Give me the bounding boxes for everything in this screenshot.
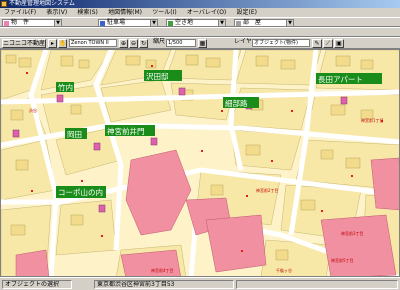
- map-source-field[interactable]: Zenon TOWN II: [69, 39, 117, 47]
- menu-search[interactable]: 検索(S): [73, 8, 102, 17]
- zoom-in-button[interactable]: ⊕: [119, 39, 128, 48]
- menu-bar: ファイル(F) 表示(V) 検索(S) 地図情報(M) ツール(I) オーバレイ…: [0, 8, 400, 17]
- chevron-down-icon[interactable]: ▼: [54, 20, 61, 26]
- chevron-down-icon[interactable]: ▼: [218, 20, 225, 26]
- property-name: 沢田邸: [146, 72, 169, 81]
- menu-file[interactable]: ファイル(F): [0, 8, 40, 17]
- icon-toolbar: [0, 27, 400, 37]
- refresh-icon: ↻: [140, 40, 147, 47]
- ruler-icon: ⟋: [325, 40, 331, 47]
- property-combo-value: 物 件: [11, 19, 30, 26]
- status-mode: オブジェクトの選択: [2, 280, 72, 289]
- street-label: 神宮前5丁目: [331, 257, 354, 263]
- chevron-down-icon[interactable]: ▼: [150, 20, 157, 26]
- chevron-down-icon[interactable]: ▼: [286, 20, 293, 26]
- status-address: 東京都渋谷区神宮前3丁目53: [94, 280, 234, 289]
- house-icon: [4, 21, 9, 26]
- room-combo-value: 部 屋: [243, 19, 262, 26]
- pointer-tool-button[interactable]: ▸: [48, 39, 57, 48]
- room-combo[interactable]: 部 屋 ▼: [234, 19, 294, 27]
- menu-tools[interactable]: ツール(I): [148, 8, 180, 17]
- map-toolbar: ニコニコ不動産 ▸ ✋ Zenon TOWN II ⊕ ⊖ ↻ 縮尺 1/500…: [0, 37, 400, 49]
- parking-combo[interactable]: 駐車場 ▼: [98, 19, 158, 27]
- room-icon: [236, 21, 241, 26]
- property-label[interactable]: 岡田: [65, 128, 87, 139]
- app-icon: [1, 1, 7, 7]
- street-label: 渋谷: [29, 107, 37, 113]
- property-label[interactable]: 長田アパート: [316, 73, 382, 84]
- map-canvas[interactable]: 渋谷 神宮前1丁目 神宮前2丁目 神宮前3丁目 神宮前4丁目 神宮前5丁目 千駄…: [0, 49, 400, 277]
- measure-button[interactable]: ⟋: [323, 39, 333, 48]
- layer-settings-button[interactable]: ▦: [198, 39, 207, 48]
- lot-icon: [168, 21, 173, 26]
- hand-icon: ✋: [59, 40, 67, 47]
- property-name: 細部路: [225, 98, 248, 108]
- menu-settings[interactable]: 設定(E): [233, 8, 261, 17]
- property-label[interactable]: コーポ山の内: [56, 186, 106, 198]
- category-toolbar: 物 件 ▼ 駐車場 ▼ 空き地 ▼ 部 屋 ▼: [0, 17, 400, 27]
- scale-field[interactable]: 1/500: [166, 39, 196, 47]
- scale-label: 縮尺: [153, 38, 166, 45]
- window-title: 不動産管理地図システム: [9, 0, 75, 7]
- agency-button[interactable]: ニコニコ不動産: [2, 39, 46, 48]
- map-svg[interactable]: 渋谷 神宮前1丁目 神宮前2丁目 神宮前3丁目 神宮前4丁目 神宮前5丁目 千駄…: [1, 50, 400, 277]
- refresh-button[interactable]: ↻: [139, 39, 148, 48]
- property-label[interactable]: 細部路: [223, 97, 259, 108]
- street-label: 千駄ヶ谷: [276, 267, 292, 273]
- vacant-lot-combo-value: 空き地: [175, 19, 194, 26]
- street-label: 神宮前4丁目: [151, 267, 174, 273]
- street-label: 神宮前2丁目: [256, 187, 279, 193]
- edit-button[interactable]: ✎: [312, 39, 322, 48]
- menu-overlay[interactable]: オーバレイ(O): [183, 8, 230, 17]
- menu-map-info[interactable]: 地図情報(M): [104, 8, 146, 17]
- layer-label: レイヤ: [234, 38, 252, 45]
- property-name: 竹内: [58, 82, 73, 92]
- status-extra: [236, 280, 398, 289]
- grid-icon: ▦: [199, 40, 206, 47]
- property-name: コーポ山の内: [58, 187, 103, 197]
- property-combo[interactable]: 物 件 ▼: [2, 19, 62, 27]
- street-label: 神宮前1丁目: [361, 117, 384, 123]
- car-icon: [100, 21, 105, 26]
- menu-view[interactable]: 表示(V): [42, 8, 71, 17]
- street-label: 神宮前3丁目: [341, 230, 364, 236]
- zoom-in-icon: ⊕: [120, 40, 127, 47]
- pencil-icon: ✎: [314, 40, 320, 47]
- pointer-icon: ▸: [50, 40, 54, 47]
- property-name: 岡田: [67, 130, 82, 139]
- property-label[interactable]: 沢田邸: [144, 70, 182, 81]
- property-label[interactable]: 竹内: [56, 82, 74, 92]
- zoom-out-icon: ⊖: [130, 40, 137, 47]
- property-name: 長田アパート: [318, 75, 363, 84]
- parking-combo-value: 駐車場: [107, 19, 126, 26]
- printer-icon: ▣: [336, 40, 342, 47]
- property-name: 神宮前井門: [107, 126, 145, 136]
- vacant-lot-combo[interactable]: 空き地 ▼: [166, 19, 226, 27]
- zoom-out-button[interactable]: ⊖: [129, 39, 138, 48]
- window-titlebar: 不動産管理地図システム: [0, 0, 400, 8]
- property-label[interactable]: 神宮前井門: [105, 125, 155, 136]
- layer-field[interactable]: オブジェクト(物件): [252, 39, 310, 47]
- print-button[interactable]: ▣: [334, 39, 344, 48]
- status-bar: オブジェクトの選択 東京都渋谷区神宮前3丁目53: [0, 277, 400, 290]
- pan-tool-button[interactable]: ✋: [58, 39, 67, 48]
